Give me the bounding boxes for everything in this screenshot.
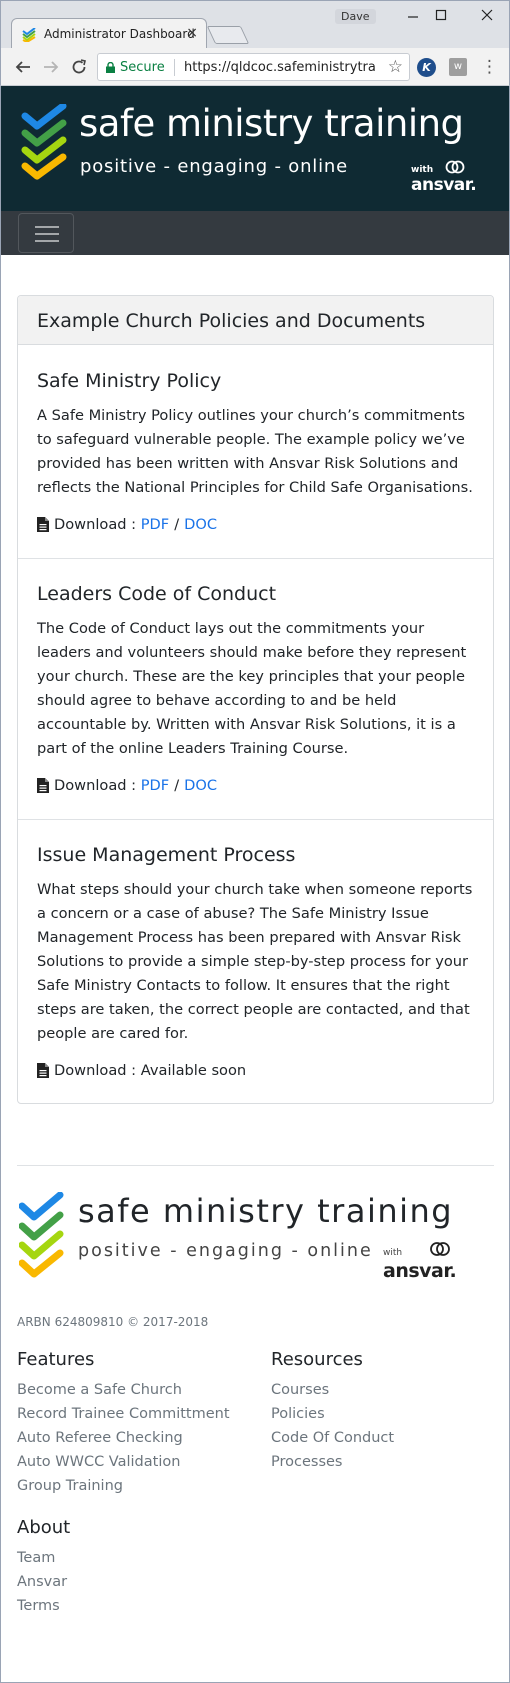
download-separator: / [174,777,180,794]
policy-description: A Safe Ministry Policy outlines your chu… [37,407,473,496]
forward-arrow-icon[interactable] [39,55,63,79]
maximize-icon[interactable] [421,5,461,27]
footer-resources-heading: Resources [271,1349,363,1370]
download-row: Download : Available soon [37,1062,474,1079]
brand-title[interactable]: safe ministry training [79,102,464,145]
reload-icon[interactable] [67,55,91,79]
download-row: Download : PDF / DOC [37,516,474,533]
footer-link-become-safe-church[interactable]: Become a Safe Church [17,1378,230,1402]
footer-divider [17,1165,494,1166]
footer-link-processes[interactable]: Processes [271,1450,394,1474]
browser-menu-icon[interactable]: ⋮ [481,55,498,79]
browser-tab[interactable]: Administrator Dashboard × [11,18,207,50]
url-text[interactable]: https://qldcoc.safeministrytrai... [184,60,376,75]
policy-title: Safe Ministry Policy [37,370,222,392]
ansvar-mark-icon [445,160,465,174]
file-icon [37,778,49,793]
back-arrow-icon[interactable] [11,55,35,79]
site-navbar [0,211,510,255]
file-icon [37,517,49,532]
close-window-icon[interactable] [467,5,507,27]
footer-about-heading: About [17,1517,71,1538]
tab-title: Administrator Dashboard [44,27,195,41]
download-pdf-link[interactable]: PDF [141,777,169,794]
secure-label: Secure [120,60,165,75]
footer-link-referee-checking[interactable]: Auto Referee Checking [17,1426,230,1450]
policy-description: The Code of Conduct lays out the commitm… [37,620,467,757]
policy-item: Leaders Code of Conduct The Code of Cond… [18,583,493,794]
download-doc-link[interactable]: DOC [184,777,217,794]
tab-close-icon[interactable]: × [186,25,198,41]
extension-w-icon[interactable]: w [449,58,467,76]
download-pdf-link[interactable]: PDF [141,516,169,533]
file-icon [37,1063,49,1078]
footer-link-policies[interactable]: Policies [271,1402,394,1426]
footer-partner-name: ansvar. [383,1260,457,1282]
footer-link-ansvar[interactable]: Ansvar [17,1570,70,1594]
download-label: Download : [54,1062,137,1079]
policy-title: Issue Management Process [37,844,296,866]
new-tab-button[interactable] [206,26,250,44]
extension-k-icon[interactable]: K [417,58,436,77]
footer-about-column: About Team Ansvar Terms [17,1517,70,1618]
footer-link-record-trainee[interactable]: Record Trainee Committment [17,1402,230,1426]
bookmark-star-icon[interactable]: ☆ [388,57,403,77]
footer-features-heading: Features [17,1349,95,1370]
footer-link-terms[interactable]: Terms [17,1594,70,1618]
browser-toolbar: Secure https://qldcoc.safeministrytrai..… [0,48,510,86]
footer-resources-column: Resources Courses Policies Code Of Condu… [271,1349,394,1474]
download-label: Download : [54,516,137,533]
policy-item: Safe Ministry Policy A Safe Ministry Pol… [18,370,493,533]
brand-tagline: positive - engaging - online [80,156,348,177]
omnibox-divider [174,59,175,76]
page-content: Example Church Policies and Documents Sa… [0,255,510,1683]
policy-divider [18,819,493,820]
address-bar[interactable]: Secure https://qldcoc.safeministrytrai..… [97,53,410,81]
lock-icon [106,62,115,73]
footer-chevron-logo-icon [19,1192,64,1278]
policy-divider [18,558,493,559]
partner-name: ansvar. [411,175,477,195]
download-label: Download : [54,777,137,794]
footer-link-group-training[interactable]: Group Training [17,1474,230,1498]
download-doc-link[interactable]: DOC [184,516,217,533]
footer-partner-with-text: with [383,1248,403,1258]
footer-features-column: Features Become a Safe Church Record Tra… [17,1349,230,1498]
policy-title: Leaders Code of Conduct [37,583,277,605]
policy-item: Issue Management Process What steps shou… [18,844,493,1079]
site-favicon-icon [22,28,36,42]
partner-with-text: with [411,165,434,175]
download-separator: / [174,516,180,533]
footer-link-team[interactable]: Team [17,1546,70,1570]
footer-brand-title: safe ministry training [78,1192,454,1230]
policies-card: Example Church Policies and Documents Sa… [17,295,494,1104]
policy-description: What steps should your church take when … [37,881,473,1042]
footer-brand-tagline: positive - engaging - online [78,1241,373,1261]
footer-link-wwcc-validation[interactable]: Auto WWCC Validation [17,1450,230,1474]
site-brand-header: safe ministry training positive - engagi… [0,86,510,211]
download-availability: Available soon [140,1062,247,1079]
download-row: Download : PDF / DOC [37,777,474,794]
footer-ansvar-mark-icon [430,1242,450,1256]
chevron-logo-icon[interactable] [21,104,69,180]
footer-link-courses[interactable]: Courses [271,1378,394,1402]
footer-link-code-of-conduct[interactable]: Code Of Conduct [271,1426,394,1450]
copyright-text: ARBN 624809810 © 2017-2018 [17,1315,209,1329]
card-title: Example Church Policies and Documents [18,296,493,345]
hamburger-menu-icon[interactable] [18,213,74,253]
browser-titlebar: Administrator Dashboard × Dave [0,0,510,50]
profile-name[interactable]: Dave [335,9,376,24]
